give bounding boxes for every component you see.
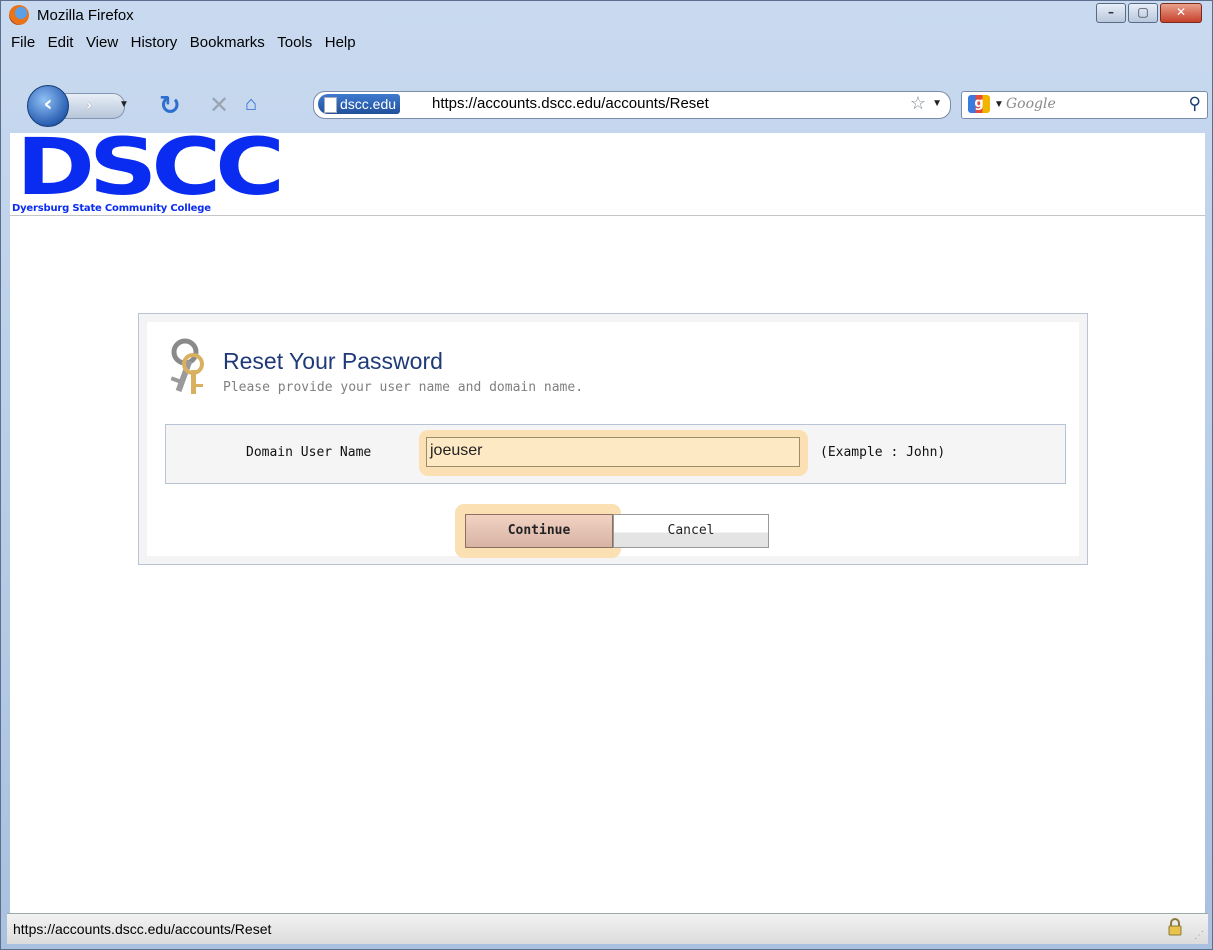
forward-button[interactable]: ›: [63, 93, 125, 119]
menu-history[interactable]: History: [127, 31, 182, 51]
search-bar[interactable]: g ▼ Google ⚲: [961, 91, 1208, 119]
menu-view[interactable]: View: [82, 31, 122, 51]
url-dropdown-icon[interactable]: ▼: [932, 98, 942, 109]
site-header: DSCC Dyersburg State Community College: [10, 129, 1205, 216]
username-input[interactable]: joeuser: [426, 437, 800, 467]
browser-window: Mozilla Firefox – ▢ ✕ File Edit View His…: [0, 0, 1213, 950]
stop-icon[interactable]: ✕: [209, 91, 229, 119]
navigation-toolbar: › ‹ ▼ ↻ ✕ ⌂ dscc.edu https://accounts.ds…: [7, 55, 1208, 131]
cancel-button[interactable]: Cancel: [613, 514, 769, 548]
site-identity-label: dscc.edu: [340, 96, 397, 112]
menu-tools[interactable]: Tools: [273, 31, 316, 51]
reload-icon[interactable]: ↻: [159, 91, 181, 121]
reset-password-panel: Reset Your Password Please provide your …: [138, 313, 1088, 565]
form-title: Reset Your Password: [223, 348, 443, 374]
form-subtitle: Please provide your user name and domain…: [223, 380, 584, 395]
menu-file[interactable]: File: [7, 31, 39, 51]
site-identity-button[interactable]: dscc.edu: [318, 94, 401, 114]
logo-subtitle: Dyersburg State Community College: [12, 203, 211, 214]
continue-button[interactable]: Continue: [465, 514, 613, 548]
menu-edit[interactable]: Edit: [44, 31, 78, 51]
close-icon: ✕: [1175, 5, 1187, 19]
menu-bar: File Edit View History Bookmarks Tools H…: [7, 31, 1207, 53]
search-input[interactable]: Google: [1006, 96, 1056, 112]
history-dropdown-icon[interactable]: ▼: [119, 99, 129, 110]
minimize-icon: –: [1108, 5, 1114, 19]
close-button[interactable]: ✕: [1160, 3, 1202, 23]
title-bar: Mozilla Firefox – ▢ ✕: [1, 1, 1212, 31]
resize-grip-icon[interactable]: ⋰: [1194, 930, 1204, 941]
maximize-icon: ▢: [1137, 5, 1149, 19]
search-engine-icon[interactable]: g: [968, 95, 990, 113]
home-icon[interactable]: ⌂: [245, 93, 257, 116]
maximize-button[interactable]: ▢: [1128, 3, 1158, 23]
window-controls: – ▢ ✕: [1094, 3, 1202, 23]
search-engine-dropdown-icon[interactable]: ▼: [994, 99, 1004, 110]
key-icon: [170, 338, 204, 394]
forward-icon: ›: [86, 96, 93, 114]
back-icon: ‹: [43, 92, 53, 117]
url-bar[interactable]: dscc.edu https://accounts.dscc.edu/accou…: [313, 91, 951, 119]
url-text[interactable]: https://accounts.dscc.edu/accounts/Reset: [432, 95, 709, 112]
page-icon: [324, 97, 337, 113]
minimize-button[interactable]: –: [1096, 3, 1126, 23]
search-icon[interactable]: ⚲: [1189, 94, 1201, 114]
back-button[interactable]: ‹: [27, 85, 69, 127]
firefox-icon: [9, 5, 29, 25]
menu-bookmarks[interactable]: Bookmarks: [186, 31, 269, 51]
bookmark-star-icon[interactable]: ☆: [910, 93, 926, 114]
username-row: Domain User Name joeuser (Example : John…: [165, 424, 1066, 484]
status-text: https://accounts.dscc.edu/accounts/Reset: [13, 921, 272, 937]
username-label: Domain User Name: [246, 445, 372, 460]
window-title: Mozilla Firefox: [37, 7, 134, 24]
panel-body: Reset Your Password Please provide your …: [147, 322, 1079, 558]
menu-help[interactable]: Help: [321, 31, 360, 51]
dscc-logo[interactable]: DSCC: [16, 129, 285, 207]
username-example: (Example : John): [820, 445, 946, 460]
status-bar: https://accounts.dscc.edu/accounts/Reset…: [7, 913, 1208, 944]
lock-icon[interactable]: [1168, 918, 1182, 936]
page-content: DSCC Dyersburg State Community College R…: [10, 129, 1205, 939]
